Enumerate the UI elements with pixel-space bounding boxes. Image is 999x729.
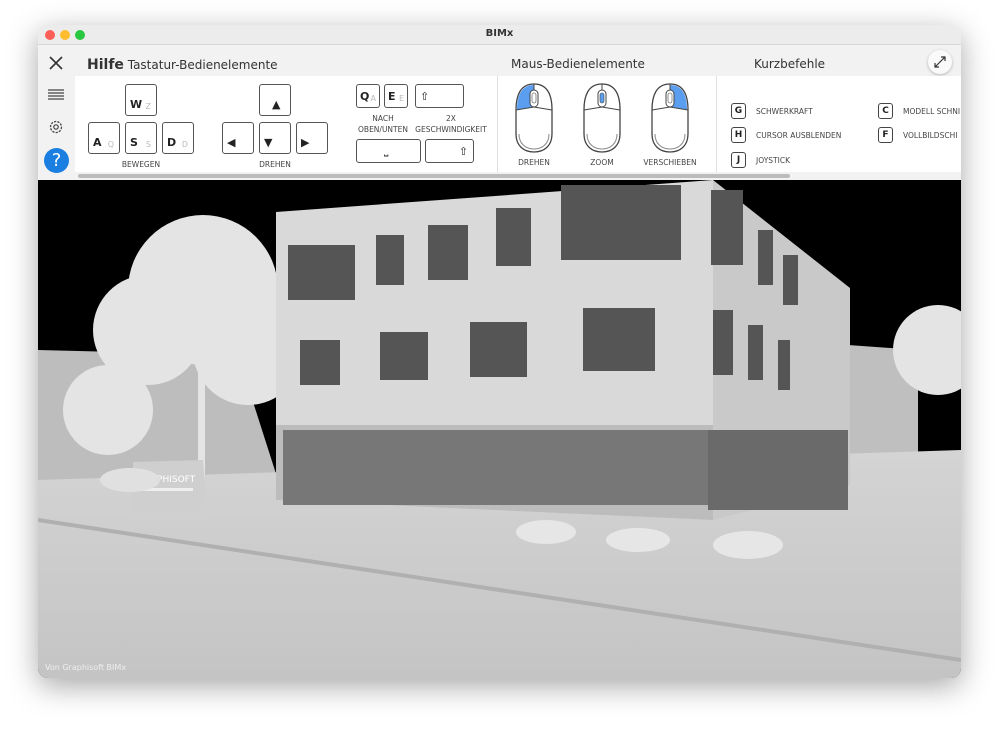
key-e: EE <box>384 84 408 108</box>
key-left: ◀ <box>222 122 254 154</box>
help-panel: ? Hilfe Tastatur-Bedienelemente Maus-Bed… <box>38 45 961 180</box>
key-shift-top: ⇧ <box>415 84 464 108</box>
mouse-right-diagram: VERSCHIEBEN <box>643 82 697 172</box>
close-icon[interactable] <box>44 51 68 75</box>
key-a: AQ <box>88 122 120 154</box>
move-label: BEWEGEN <box>121 160 161 169</box>
panel-title: Hilfe <box>87 57 124 73</box>
mouse-wheel-diagram: ZOOM <box>580 82 624 172</box>
window-title: BIMx <box>485 28 514 39</box>
credit-text: Von Graphisoft BIMx <box>45 663 127 672</box>
shortcuts-heading: Kurzbefehle <box>754 57 826 71</box>
3d-viewport[interactable]: GRAPHISOFT Von Graphisoft BIMx <box>38 180 961 678</box>
shortcut-section: C MODELL SCHNI <box>878 103 960 119</box>
title-bar: BIMx <box>38 25 961 45</box>
app-window: BIMx ? Hilfe Tastatur-Bedienelemente Mau… <box>38 25 961 678</box>
sidebar: ? <box>38 45 75 180</box>
mouse-heading: Maus-Bedienelemente <box>511 57 645 71</box>
help-icon[interactable]: ? <box>44 148 69 173</box>
key-space: ⎵ <box>356 139 421 163</box>
help-content: WZ AQ SS DD BEWEGEN ▲ ◀ ▼ ▶ DREHEN QA EE… <box>75 76 961 172</box>
key-down: ▼ <box>259 122 291 154</box>
key-up: ▲ <box>259 84 291 116</box>
gear-icon[interactable] <box>44 115 68 139</box>
key-q: QA <box>356 84 380 108</box>
mouse-label: ZOOM <box>590 158 614 167</box>
key-right: ▶ <box>296 122 328 154</box>
shortcut-gravity: G SCHWERKRAFT <box>731 103 813 119</box>
keyboard-heading: Tastatur-Bedienelemente <box>127 58 278 72</box>
key-s: SS <box>125 122 157 154</box>
shortcut-fullscreen: F VOLLBILDSCHI <box>878 127 957 143</box>
speed-label: 2X GESCHWINDIGKEIT <box>415 114 487 134</box>
car <box>100 468 160 492</box>
shortcut-hide-cursor: H CURSOR AUSBLENDEN <box>731 127 841 143</box>
horizontal-scrollbar[interactable] <box>78 174 790 178</box>
key-w: WZ <box>125 84 157 116</box>
key-shift: ⇧ <box>425 139 474 163</box>
key-d: DD <box>162 122 194 154</box>
rotate-label: DREHEN <box>259 160 291 169</box>
expand-icon[interactable] <box>928 50 952 74</box>
shortcut-joystick: J JOYSTICK <box>731 152 790 168</box>
mouse-left-diagram: DREHEN <box>512 82 556 172</box>
mouse-label: DREHEN <box>518 158 550 167</box>
list-icon[interactable] <box>44 83 68 107</box>
mouse-label: VERSCHIEBEN <box>643 158 697 167</box>
